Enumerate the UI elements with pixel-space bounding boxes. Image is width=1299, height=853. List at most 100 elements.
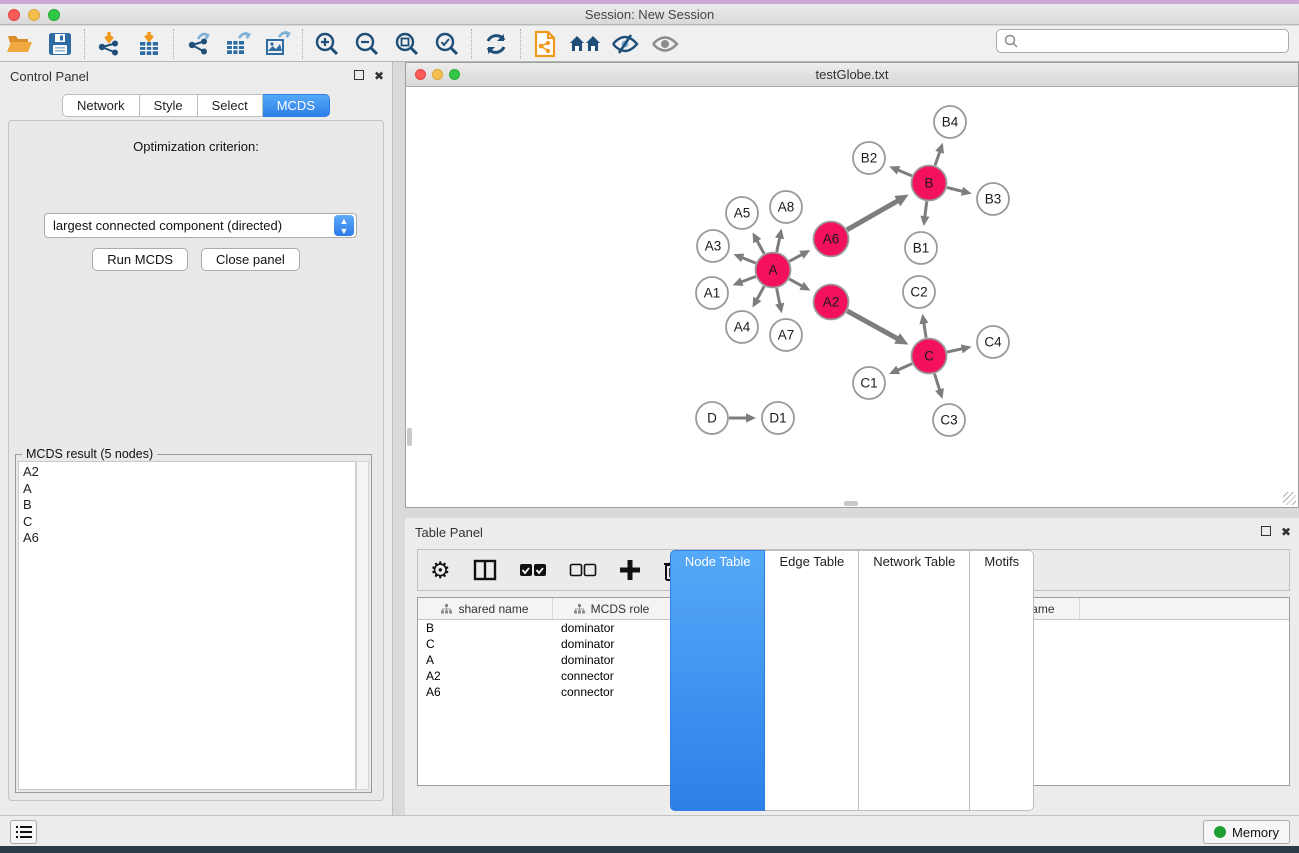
result-scrollbar[interactable] bbox=[356, 461, 369, 790]
toolbar-separator bbox=[84, 29, 85, 59]
memory-label: Memory bbox=[1232, 825, 1279, 840]
float-table-panel-icon[interactable] bbox=[1261, 526, 1271, 536]
status-bar: Memory bbox=[0, 815, 1299, 846]
export-network-button[interactable] bbox=[178, 28, 218, 60]
zoom-selected-button[interactable] bbox=[427, 28, 467, 60]
new-network-document-icon bbox=[532, 30, 558, 58]
export-table-button[interactable] bbox=[218, 28, 258, 60]
tab-network[interactable]: Network bbox=[62, 94, 140, 117]
save-floppy-icon bbox=[48, 32, 72, 56]
export-table-icon bbox=[224, 31, 252, 57]
optimization-criterion-dropdown[interactable]: largest connected component (directed) ▲… bbox=[44, 213, 357, 238]
toolbar-separator bbox=[302, 29, 303, 59]
memory-button[interactable]: Memory bbox=[1203, 820, 1290, 844]
houses-icon bbox=[569, 32, 601, 56]
network-graph: B4B2BB3A5A8A6A3B1AA1C2A2A4A7C4CC1C3DD1 bbox=[407, 88, 1299, 508]
eye-button[interactable] bbox=[645, 28, 685, 60]
optimization-criterion-label: Optimization criterion: bbox=[9, 139, 383, 154]
zoom-selected-icon bbox=[434, 31, 460, 57]
arrowhead-icon bbox=[935, 388, 944, 399]
mcds-result-item[interactable]: A6 bbox=[23, 530, 351, 547]
close-table-panel-icon[interactable]: ✖ bbox=[1281, 525, 1291, 539]
tab-network-table[interactable]: Network Table bbox=[859, 550, 970, 811]
main-titlebar: Session: New Session bbox=[0, 4, 1299, 25]
graph-node-label: B3 bbox=[985, 192, 1002, 207]
float-panel-icon[interactable] bbox=[354, 70, 364, 80]
dropdown-value: largest connected component (directed) bbox=[45, 218, 334, 233]
mcds-result-item[interactable]: B bbox=[23, 497, 351, 514]
zoom-in-button[interactable] bbox=[307, 28, 347, 60]
arrowhead-icon bbox=[920, 216, 929, 226]
mcds-result-item[interactable]: A bbox=[23, 481, 351, 498]
export-image-button[interactable] bbox=[258, 28, 298, 60]
graph-node-label: B1 bbox=[913, 241, 930, 256]
mcds-result-item[interactable]: A2 bbox=[23, 464, 351, 481]
arrowhead-icon bbox=[961, 344, 972, 353]
network-view-window: testGlobe.txt B4B2BB3A5A8A6A3B1AA1C2A2A4… bbox=[405, 62, 1299, 508]
import-table-button[interactable] bbox=[129, 28, 169, 60]
session-title: Session: New Session bbox=[0, 7, 1299, 22]
graph-node-label: C3 bbox=[940, 413, 957, 428]
graph-node-label: B2 bbox=[861, 151, 878, 166]
close-panel-icon[interactable]: ✖ bbox=[374, 69, 384, 83]
search-input[interactable] bbox=[1019, 34, 1288, 49]
tab-edge-table[interactable]: Edge Table bbox=[765, 550, 859, 811]
tab-style[interactable]: Style bbox=[140, 94, 198, 117]
import-network-button[interactable] bbox=[89, 28, 129, 60]
control-panel: Control Panel ✖ NetworkStyleSelectMCDS O… bbox=[0, 62, 393, 815]
run-mcds-button[interactable]: Run MCDS bbox=[92, 248, 188, 271]
eye-icon bbox=[650, 33, 680, 55]
graph-edge-A6-B[interactable] bbox=[847, 200, 900, 230]
mcds-result-item[interactable]: C bbox=[23, 514, 351, 531]
arrowhead-icon bbox=[935, 143, 944, 154]
open-file-button[interactable] bbox=[0, 28, 40, 60]
graph-node-label: C2 bbox=[910, 285, 927, 300]
search-field[interactable] bbox=[996, 29, 1289, 53]
dropdown-stepper-icon: ▲▼ bbox=[334, 215, 354, 236]
vertical-scrollbar-thumb[interactable] bbox=[407, 428, 412, 446]
mcds-result-list[interactable]: A2ABCA6 bbox=[18, 461, 356, 790]
graph-node-label: A8 bbox=[778, 200, 795, 215]
zoom-out-icon bbox=[354, 31, 380, 57]
zoom-fit-icon bbox=[394, 31, 420, 57]
mcds-result-title: MCDS result (5 nodes) bbox=[22, 447, 157, 461]
graph-node-label: B bbox=[924, 176, 933, 191]
graph-node-label: A1 bbox=[704, 286, 721, 301]
tab-motifs[interactable]: Motifs bbox=[970, 550, 1034, 811]
tab-mcds[interactable]: MCDS bbox=[263, 94, 330, 117]
task-history-button[interactable] bbox=[10, 820, 37, 844]
memory-status-icon bbox=[1214, 826, 1226, 838]
zoom-in-icon bbox=[314, 31, 340, 57]
graph-node-label: A7 bbox=[778, 328, 795, 343]
table-panel-tabs: Node TableEdge TableNetwork TableMotifs bbox=[405, 550, 1299, 811]
zoom-out-button[interactable] bbox=[347, 28, 387, 60]
refresh-icon bbox=[483, 31, 509, 57]
open-folder-icon bbox=[6, 32, 34, 56]
graph-node-label: A5 bbox=[734, 206, 751, 221]
window-resize-grip[interactable] bbox=[1283, 492, 1296, 505]
network-window-titlebar[interactable]: testGlobe.txt bbox=[406, 63, 1298, 87]
mcds-tab-content: Optimization criterion: largest connecte… bbox=[8, 120, 384, 801]
arrowhead-icon bbox=[919, 314, 928, 325]
arrowhead-icon bbox=[775, 229, 784, 240]
close-panel-button[interactable]: Close panel bbox=[201, 248, 300, 271]
refresh-button[interactable] bbox=[476, 28, 516, 60]
tab-select[interactable]: Select bbox=[198, 94, 263, 117]
arrowhead-icon bbox=[775, 303, 784, 314]
tab-node-table[interactable]: Node Table bbox=[670, 550, 766, 811]
new-network-document-button[interactable] bbox=[525, 28, 565, 60]
eye-slash-button[interactable] bbox=[605, 28, 645, 60]
graph-node-label: C4 bbox=[984, 335, 1002, 350]
import-table-icon bbox=[135, 31, 163, 57]
export-network-icon bbox=[184, 31, 212, 57]
graph-node-label: B4 bbox=[942, 115, 959, 130]
graph-node-label: A2 bbox=[823, 295, 840, 310]
houses-button[interactable] bbox=[565, 28, 605, 60]
zoom-fit-button[interactable] bbox=[387, 28, 427, 60]
network-canvas[interactable]: B4B2BB3A5A8A6A3B1AA1C2A2A4A7C4CC1C3DD1 bbox=[407, 88, 1297, 506]
toolbar-separator bbox=[520, 29, 521, 59]
save-session-button[interactable] bbox=[40, 28, 80, 60]
graph-edge-A2-C[interactable] bbox=[847, 311, 899, 340]
horizontal-scrollbar-thumb[interactable] bbox=[844, 501, 858, 506]
export-image-icon bbox=[264, 31, 292, 57]
